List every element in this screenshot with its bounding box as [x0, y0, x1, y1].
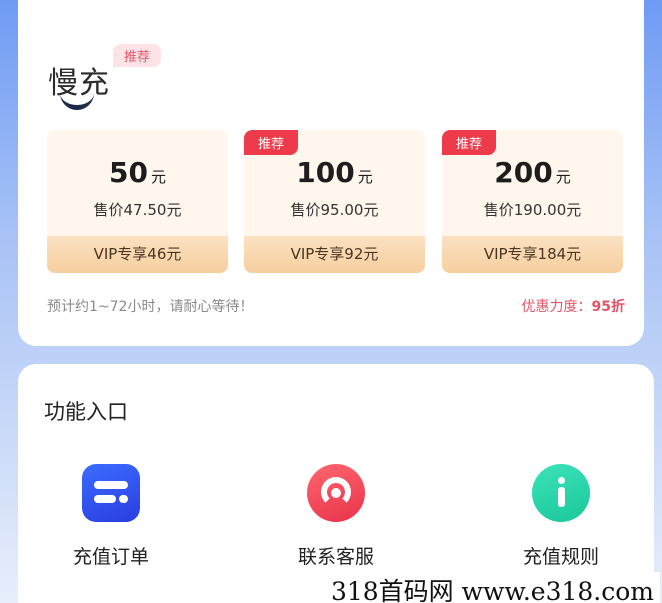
function-entry-title: 功能入口 [44, 400, 128, 424]
recharge-option-100[interactable]: 推荐 100 元 售价95.00元 VIP专享92元 [244, 130, 425, 273]
option-amount: 100 元 [296, 156, 373, 189]
wait-time-note: 预计约1~72小时，请耐心等待！ [47, 299, 254, 315]
option-amount: 50 元 [109, 156, 166, 189]
option-price: 售价47.50元 [93, 201, 182, 219]
order-icon [82, 464, 140, 522]
headset-icon [307, 464, 365, 522]
discount-info: 优惠力度：95折 [522, 296, 625, 316]
entry-label: 充值规则 [522, 546, 599, 568]
option-price: 售价190.00元 [483, 201, 582, 219]
recommend-badge: 推荐 [442, 130, 497, 155]
info-icon [532, 464, 590, 522]
recharge-option-50[interactable]: 50 元 售价47.50元 VIP专享46元 [47, 130, 228, 273]
entry-label: 充值订单 [72, 546, 149, 568]
option-price: 售价95.00元 [290, 201, 379, 219]
option-vip-price: VIP专享92元 [244, 236, 425, 273]
recharge-rules-entry[interactable]: 充值规则 [491, 464, 631, 569]
recommend-badge: 推荐 [244, 130, 299, 155]
option-vip-price: VIP专享184元 [442, 236, 623, 273]
site-watermark: 318首码网 www.e318.com [324, 572, 660, 603]
option-vip-price: VIP专享46元 [47, 236, 228, 273]
discount-label: 优惠力度： [521, 299, 592, 315]
discount-value: 95折 [591, 299, 625, 315]
option-amount: 200 元 [494, 156, 571, 189]
recharge-orders-entry[interactable]: 充值订单 [41, 464, 181, 569]
recommend-badge: 推荐 [113, 44, 162, 67]
recharge-option-200[interactable]: 推荐 200 元 售价190.00元 VIP专享184元 [442, 130, 623, 273]
customer-service-entry[interactable]: 联系客服 [266, 464, 406, 569]
entry-label: 联系客服 [297, 546, 374, 568]
